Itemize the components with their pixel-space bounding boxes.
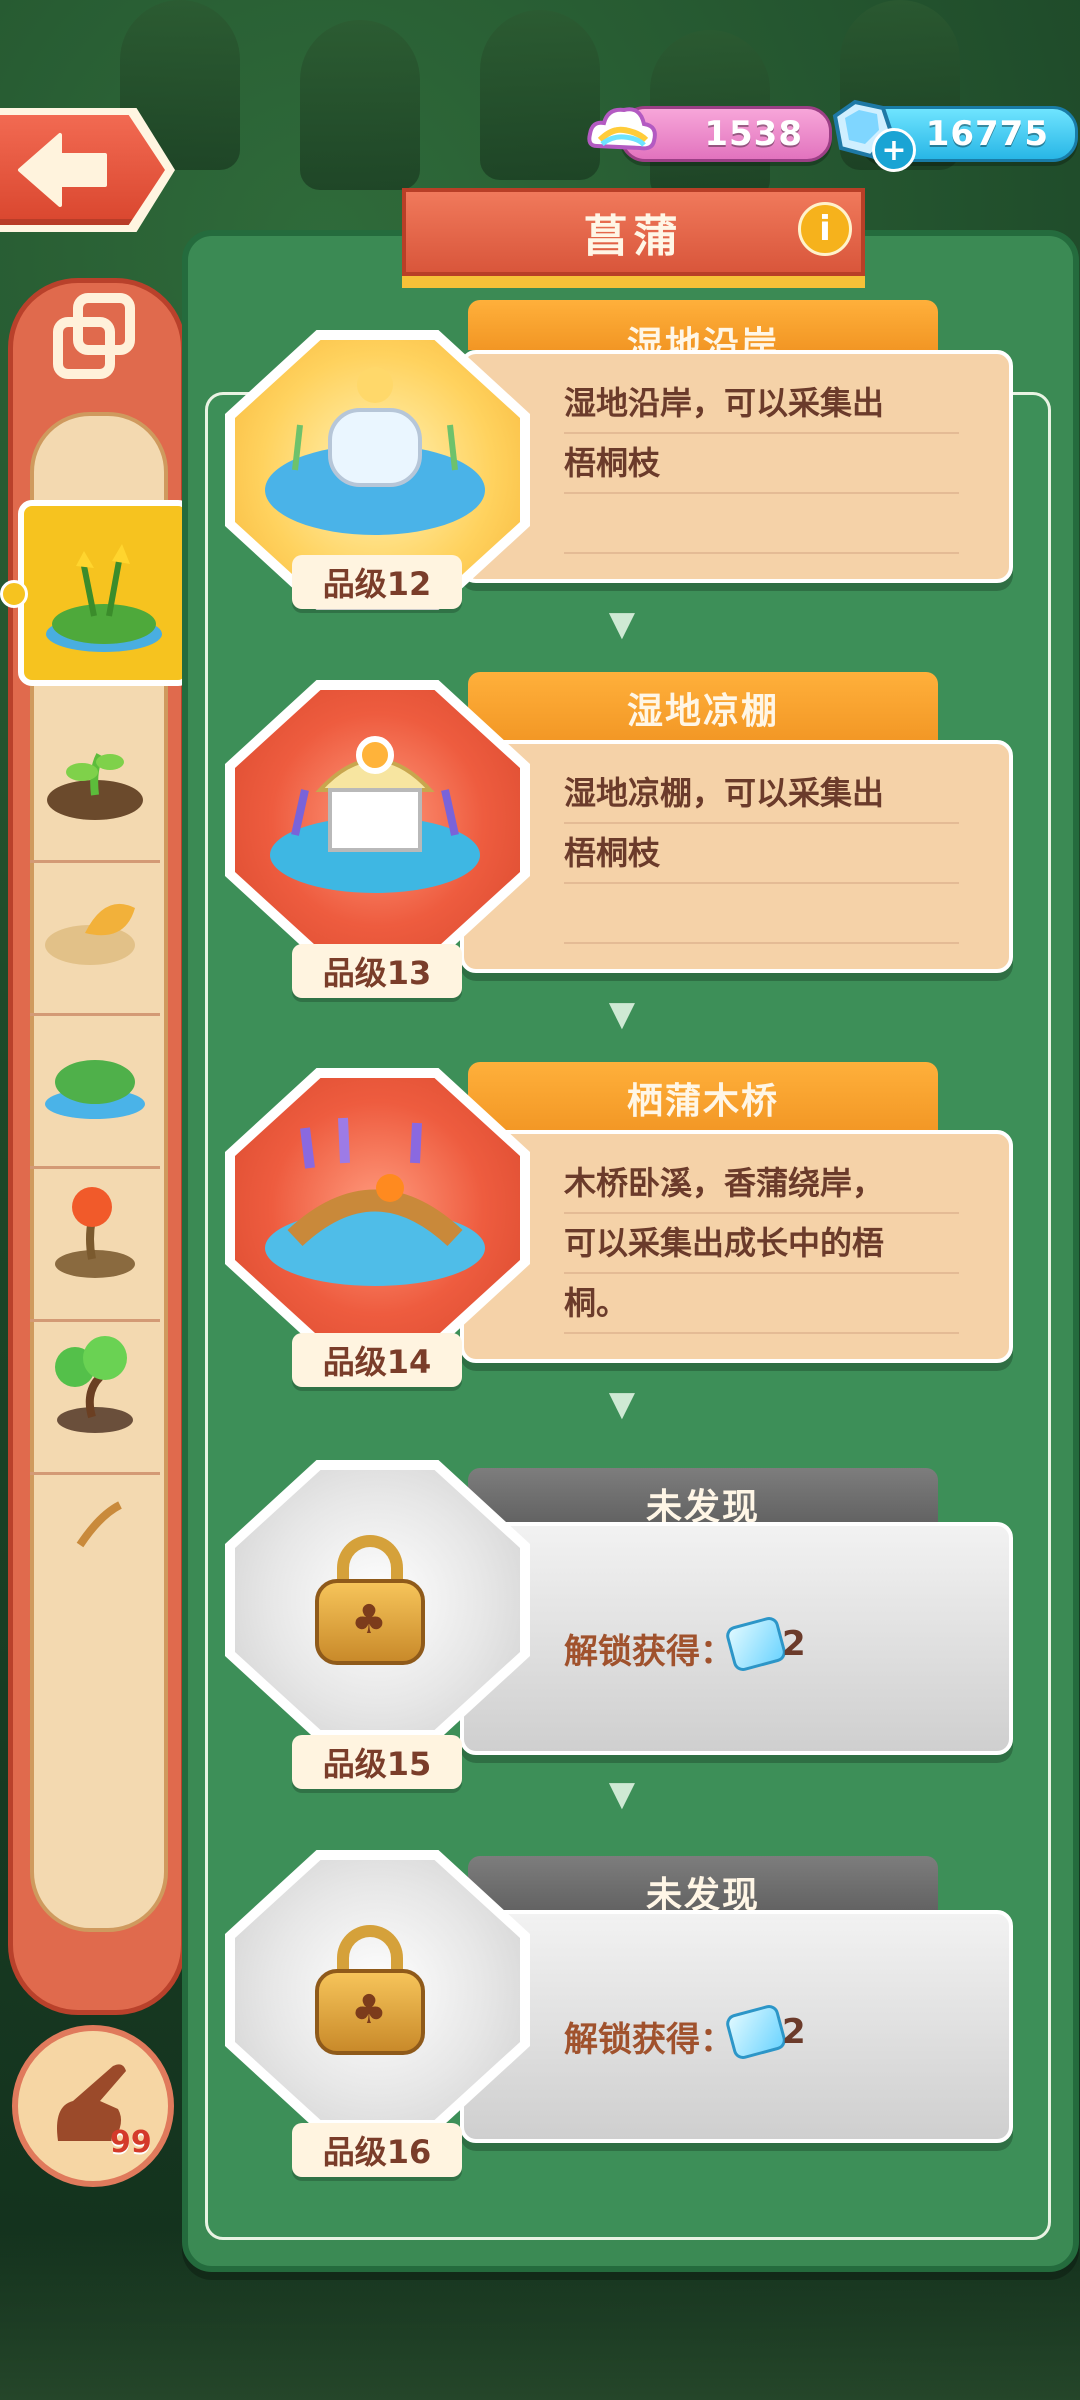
hint-hand-button[interactable] xyxy=(12,2025,174,2187)
locked-item-card[interactable]: 解锁获得： 2 xyxy=(460,1910,1013,2143)
desc-line: 梧桐枝 xyxy=(564,824,959,884)
desc-line xyxy=(564,494,959,554)
item-name: 栖蒲木桥 xyxy=(626,1081,779,1122)
unlock-reward-label: 解锁获得： xyxy=(564,2020,734,2060)
active-indicator xyxy=(0,580,28,608)
item-grade: 品级13 xyxy=(292,944,462,998)
chevron-down-icon: ▼ xyxy=(608,1384,636,1424)
item-grade: 品级16 xyxy=(292,2123,462,2177)
item-grade: 品级14 xyxy=(292,1333,462,1387)
desc-line: 木桥卧溪，香蒲绕岸， xyxy=(564,1154,959,1214)
wetland-shelter-icon xyxy=(270,736,480,893)
locked-item-card[interactable]: 解锁获得： 2 xyxy=(460,1522,1013,1755)
item-card[interactable]: 湿地沿岸，可以采集出 梧桐枝 xyxy=(460,350,1013,583)
bonsai-tree-icon xyxy=(55,1336,133,1433)
sprout-icon xyxy=(47,753,143,820)
item-description: 湿地凉棚，可以采集出 梧桐枝 xyxy=(564,764,959,944)
desc-line: 湿地沿岸，可以采集出 xyxy=(564,374,959,434)
pond-bush-icon xyxy=(45,1060,145,1119)
sapling-fruit-icon xyxy=(55,1187,135,1278)
unlock-reward-label: 解锁获得： xyxy=(564,1632,734,1672)
padlock-icon: ♣ xyxy=(315,1535,425,1665)
padlock-icon: ♣ xyxy=(315,1925,425,2055)
desc-line: 湿地凉棚，可以采集出 xyxy=(564,764,959,824)
gem-amount: 16775 xyxy=(925,114,1049,154)
unlock-reward-value: 2 xyxy=(782,1624,806,1664)
branch-icon xyxy=(76,1501,122,1548)
chevron-down-icon: ▼ xyxy=(608,1774,636,1814)
item-image-frame: ♣ xyxy=(225,1850,530,2130)
item-card[interactable]: 湿地凉棚，可以采集出 梧桐枝 xyxy=(460,740,1013,973)
desc-line: 可以采集出成长中的梧 xyxy=(564,1214,959,1274)
calamus-flower-icon xyxy=(46,544,162,652)
page-title-text: 菖蒲 xyxy=(583,211,684,262)
item-title-tab: 湿地沿岸 xyxy=(468,300,938,350)
category-more[interactable] xyxy=(30,1475,160,1555)
item-image-frame: ♣ xyxy=(225,1460,530,1740)
item-title-tab: 栖蒲木桥 xyxy=(468,1062,938,1134)
category-sapling[interactable] xyxy=(30,1169,160,1322)
item-description: 木桥卧溪，香蒲绕岸， 可以采集出成长中的梧 桐。 xyxy=(564,1154,959,1334)
category-bonsai[interactable] xyxy=(30,1322,160,1475)
item-name: 湿地沿岸 xyxy=(626,325,779,350)
info-button[interactable]: i xyxy=(798,202,852,256)
category-leaves[interactable] xyxy=(30,863,160,1016)
add-gems-button[interactable]: + xyxy=(872,128,916,172)
rainbow-cloud-icon xyxy=(582,96,662,166)
rainbow-amount: 1538 xyxy=(704,114,803,154)
hint-count: 99 xyxy=(110,2125,152,2160)
info-icon: i xyxy=(819,209,831,249)
desc-line: 梧桐枝 xyxy=(564,434,959,494)
category-calamus[interactable] xyxy=(18,500,192,686)
chevron-down-icon: ▼ xyxy=(608,604,636,644)
page-title: 菖蒲 xyxy=(402,188,865,276)
wooden-bridge-icon xyxy=(265,1117,485,1286)
collapse-button[interactable] xyxy=(50,290,150,390)
item-image-frame xyxy=(225,680,530,960)
arrow-left-icon xyxy=(18,133,107,207)
leaf-rock-icon xyxy=(45,903,135,965)
item-title-tab: 湿地凉棚 xyxy=(468,672,938,744)
category-sprout[interactable] xyxy=(30,710,160,863)
unlock-reward-value: 2 xyxy=(782,2012,806,2052)
item-grade: 品级15 xyxy=(292,1735,462,1789)
item-description: 湿地沿岸，可以采集出 梧桐枝 xyxy=(564,374,959,554)
desc-line xyxy=(564,884,959,944)
item-name: 湿地凉棚 xyxy=(626,691,779,732)
category-pond[interactable] xyxy=(30,1016,160,1169)
chevron-down-icon: ▼ xyxy=(608,994,636,1034)
item-card[interactable]: 木桥卧溪，香蒲绕岸， 可以采集出成长中的梧 桐。 xyxy=(460,1130,1013,1363)
desc-line: 桐。 xyxy=(564,1274,959,1334)
item-grade: 品级12 xyxy=(292,555,462,609)
window-toggle-icon xyxy=(53,293,135,379)
plus-icon: + xyxy=(881,132,907,168)
item-image-frame xyxy=(225,1068,530,1348)
